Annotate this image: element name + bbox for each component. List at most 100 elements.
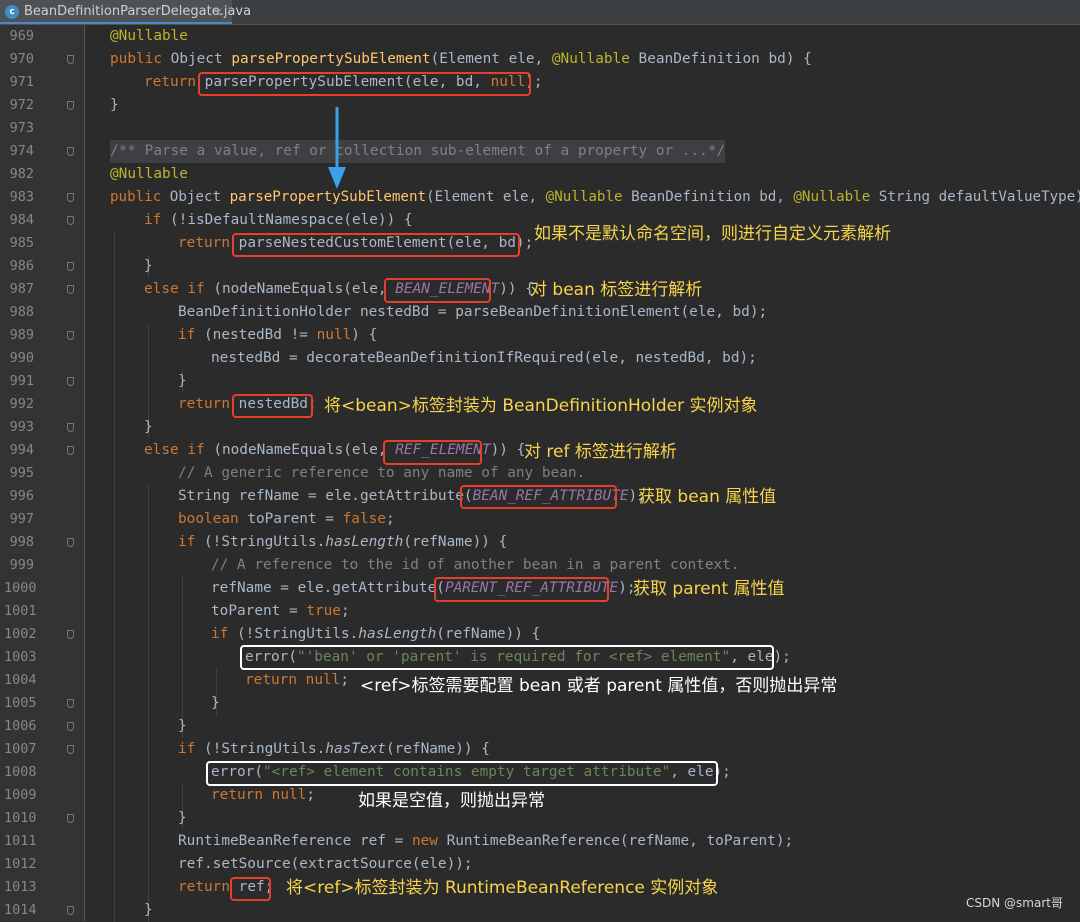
code-line[interactable]: }: [211, 692, 220, 715]
code-line[interactable]: toParent = true;: [211, 600, 350, 623]
code-line[interactable]: }: [144, 416, 153, 439]
code-line[interactable]: }: [110, 94, 119, 117]
code-line[interactable]: /** Parse a value, ref or collection sub…: [110, 140, 726, 163]
fold-icon[interactable]: [67, 193, 74, 202]
line-number: 989: [9, 327, 34, 343]
fold-icon[interactable]: [67, 538, 74, 547]
annotation-note: 将<ref>标签封装为 RuntimeBeanReference 实例对象: [286, 878, 719, 898]
editor-tab-bar: c BeanDefinitionParserDelegate.java ×: [0, 0, 1080, 25]
fold-icon[interactable]: [67, 630, 74, 639]
highlight-box: [198, 72, 531, 96]
code-line[interactable]: if (nestedBd != null) {: [178, 324, 377, 347]
line-number: 995: [9, 465, 34, 481]
line-number: 992: [9, 396, 34, 412]
fold-icon[interactable]: [67, 446, 74, 455]
fold-icon[interactable]: [67, 906, 74, 915]
line-number: 973: [9, 120, 34, 136]
highlight-box: [434, 577, 609, 602]
annotation-note: 获取 parent 属性值: [633, 579, 785, 599]
highlight-box: [384, 278, 491, 303]
line-number: 1000: [4, 580, 37, 596]
code-line[interactable]: boolean toParent = false;: [178, 508, 395, 531]
java-class-icon: c: [5, 5, 19, 19]
line-number: 971: [9, 74, 34, 90]
code-line[interactable]: return null;: [245, 669, 349, 692]
fold-icon[interactable]: [67, 285, 74, 294]
fold-icon[interactable]: [67, 147, 74, 156]
code-line[interactable]: if (!StringUtils.hasLength(refName)) {: [211, 623, 540, 646]
annotation-note: 对 ref 标签进行解析: [524, 442, 677, 462]
line-number: 983: [9, 189, 34, 205]
fold-icon[interactable]: [67, 423, 74, 432]
code-line[interactable]: public Object parsePropertySubElement(El…: [110, 186, 1080, 209]
code-line[interactable]: // A reference to the id of another bean…: [211, 554, 740, 577]
code-line[interactable]: }: [144, 255, 153, 278]
fold-icon[interactable]: [67, 55, 74, 64]
line-number: 987: [9, 281, 34, 297]
annotation-note: 将<bean>标签封装为 BeanDefinitionHolder 实例对象: [324, 396, 758, 416]
line-number: 1009: [4, 787, 37, 803]
line-number: 990: [9, 350, 34, 366]
line-number: 1002: [4, 626, 37, 642]
fold-icon[interactable]: [67, 101, 74, 110]
code-line[interactable]: nestedBd = decorateBeanDefinitionIfRequi…: [211, 347, 757, 370]
line-number: 982: [9, 166, 34, 182]
fold-icon[interactable]: [67, 814, 74, 823]
line-number: 986: [9, 258, 34, 274]
close-icon[interactable]: ×: [213, 4, 223, 20]
line-number: 1008: [4, 764, 37, 780]
code-editor[interactable]: 969 @Nullable 970 public Object parsePro…: [0, 25, 1080, 922]
fold-icon[interactable]: [67, 699, 74, 708]
arrow-down-icon: [328, 107, 346, 189]
line-number: 993: [9, 419, 34, 435]
line-number: 969: [9, 28, 34, 44]
line-number: 991: [9, 373, 34, 389]
code-line[interactable]: public Object parsePropertySubElement(El…: [110, 48, 812, 71]
fold-icon[interactable]: [67, 745, 74, 754]
line-number: 996: [9, 488, 34, 504]
code-line[interactable]: if (!isDefaultNamespace(ele)) {: [144, 209, 413, 232]
line-number: 984: [9, 212, 34, 228]
highlight-box: [460, 485, 617, 509]
line-number: 1013: [4, 879, 37, 895]
code-line[interactable]: RuntimeBeanReference ref = new RuntimeBe…: [178, 830, 793, 853]
highlight-box: [383, 440, 482, 465]
code-line[interactable]: }: [178, 807, 187, 830]
line-number: 994: [9, 442, 34, 458]
line-number: 1014: [4, 902, 37, 918]
line-number: 1004: [4, 672, 37, 688]
highlight-box: [230, 877, 271, 901]
annotation-note: 获取 bean 属性值: [638, 487, 777, 507]
line-number: 999: [9, 557, 34, 573]
code-line[interactable]: }: [178, 715, 187, 738]
line-number: 974: [9, 143, 34, 159]
highlight-box: [232, 394, 313, 418]
code-line[interactable]: return null;: [211, 784, 315, 807]
line-number: 985: [9, 235, 34, 251]
annotation-note: 对 bean 标签进行解析: [530, 280, 703, 300]
line-number: 970: [9, 51, 34, 67]
highlight-box: [232, 233, 520, 257]
line-number: 997: [9, 511, 34, 527]
code-line[interactable]: if (!StringUtils.hasLength(refName)) {: [178, 531, 507, 554]
code-line[interactable]: @Nullable: [110, 25, 188, 48]
code-line[interactable]: }: [178, 370, 187, 393]
fold-icon[interactable]: [67, 262, 74, 271]
line-number: 1007: [4, 741, 37, 757]
fold-icon[interactable]: [67, 216, 74, 225]
fold-icon[interactable]: [67, 331, 74, 340]
line-number: 1003: [4, 649, 37, 665]
code-line[interactable]: }: [144, 899, 153, 922]
code-line[interactable]: // A generic reference to any name of an…: [178, 462, 585, 485]
line-number: 1006: [4, 718, 37, 734]
file-tab[interactable]: c BeanDefinitionParserDelegate.java ×: [0, 0, 251, 24]
line-number: 1010: [4, 810, 37, 826]
code-line[interactable]: if (!StringUtils.hasText(refName)) {: [178, 738, 490, 761]
fold-icon[interactable]: [67, 722, 74, 731]
code-line[interactable]: BeanDefinitionHolder nestedBd = parseBea…: [178, 301, 767, 324]
code-line[interactable]: @Nullable: [110, 163, 188, 186]
line-number: 988: [9, 304, 34, 320]
code-line[interactable]: ref.setSource(extractSource(ele));: [178, 853, 473, 876]
fold-icon[interactable]: [67, 377, 74, 386]
annotation-note: <ref>标签需要配置 bean 或者 parent 属性值，否则抛出异常: [360, 676, 838, 696]
